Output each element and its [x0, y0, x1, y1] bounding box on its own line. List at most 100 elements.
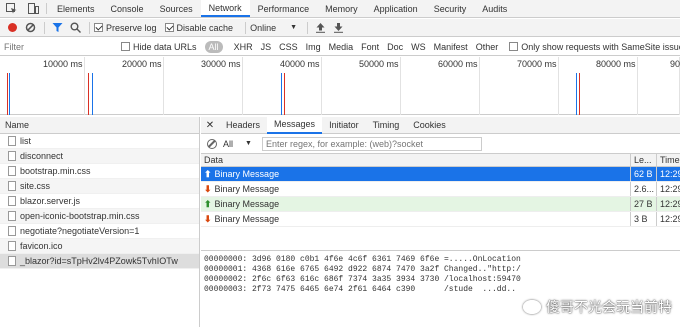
filter-bar: Hide data URLs All XHR JS CSS Img Media … [0, 38, 680, 56]
preserve-log-label: Preserve log [106, 22, 157, 33]
request-row[interactable]: bootstrap.min.css [0, 164, 199, 179]
tab-messages[interactable]: Messages [267, 116, 323, 134]
timeline-tick: 50000 ms [359, 57, 401, 115]
tab-initiator[interactable]: Initiator [322, 117, 366, 134]
tab-memory[interactable]: Memory [317, 0, 366, 17]
request-row[interactable]: negotiate?negotiateVersion=1 [0, 224, 199, 239]
timeline-tick: 40000 ms [280, 57, 322, 115]
checkbox-unchecked-icon [509, 42, 519, 51]
search-icon[interactable] [67, 20, 83, 36]
type-filter-img[interactable]: Img [303, 41, 324, 53]
document-icon [8, 136, 16, 146]
type-filter-doc[interactable]: Doc [384, 41, 406, 53]
messages-grid-header: Data Le... Time [201, 154, 680, 167]
device-toolbar-icon[interactable] [22, 0, 44, 17]
record-button[interactable] [4, 20, 20, 36]
document-icon [8, 196, 16, 206]
request-row[interactable]: blazor.server.js [0, 194, 199, 209]
document-icon [8, 241, 16, 251]
request-list: Name list disconnect bootstrap.min.css s… [0, 117, 200, 327]
disable-cache-label: Disable cache [176, 22, 234, 33]
close-icon[interactable]: ✕ [201, 120, 219, 131]
watermark: 傻哥不光会玩当前特 [523, 297, 672, 317]
tab-timing[interactable]: Timing [366, 117, 407, 134]
tab-headers[interactable]: Headers [219, 117, 267, 134]
request-detail-pane: ✕ Headers Messages Initiator Timing Cook… [201, 116, 680, 327]
type-filter-ws[interactable]: WS [408, 41, 429, 53]
throttling-value: Online [250, 22, 277, 33]
inspect-element-icon[interactable] [0, 0, 22, 17]
type-filter-css[interactable]: CSS [276, 41, 301, 53]
samesite-issues-checkbox[interactable]: Only show requests with SameSite issues [509, 42, 680, 52]
throttling-select[interactable]: Online ▼ [250, 23, 297, 33]
document-icon [8, 166, 16, 176]
message-type-value: All [223, 138, 234, 149]
watermark-text: 傻哥不光会玩当前特 [546, 299, 672, 315]
name-column-header[interactable]: Name [0, 117, 199, 134]
load-marker [7, 73, 8, 115]
tab-network[interactable]: Network [200, 0, 250, 17]
network-toolbar: Preserve log Disable cache Online ▼ [0, 19, 680, 37]
type-filter-all[interactable]: All [204, 40, 223, 53]
request-row-selected[interactable]: _blazor?id=sTpHv2lv4PZowk5TvhIOTw [0, 254, 199, 269]
tab-console[interactable]: Console [103, 0, 152, 17]
regex-filter-input[interactable] [261, 136, 482, 151]
samesite-issues-label: Only show requests with SameSite issues [521, 41, 680, 52]
export-har-icon[interactable] [330, 20, 346, 36]
request-row[interactable]: favicon.ico [0, 239, 199, 254]
clear-icon[interactable] [22, 20, 38, 36]
request-row[interactable]: disconnect [0, 149, 199, 164]
domcontentloaded-marker [281, 73, 282, 115]
type-filter-manifest[interactable]: Manifest [431, 41, 471, 53]
clear-messages-icon[interactable] [207, 138, 217, 149]
column-length[interactable]: Le... [631, 154, 657, 166]
type-filter-xhr[interactable]: XHR [231, 41, 256, 53]
tab-performance[interactable]: Performance [250, 0, 318, 17]
disable-cache-checkbox[interactable]: Disable cache [164, 22, 234, 33]
filter-icon[interactable] [49, 20, 65, 36]
load-marker [284, 73, 285, 115]
document-icon [8, 181, 16, 191]
message-row[interactable]: ⬇Binary Message 2.6... 12:29... [201, 182, 680, 197]
document-icon [8, 256, 16, 266]
network-overview-timeline[interactable]: 10000 ms 20000 ms 30000 ms 40000 ms 5000… [0, 57, 680, 115]
hide-data-urls-checkbox[interactable]: Hide data URLs [121, 42, 197, 52]
tab-audits[interactable]: Audits [474, 0, 515, 17]
column-time[interactable]: Time [657, 154, 680, 166]
column-data[interactable]: Data [201, 154, 631, 166]
detail-tab-strip: ✕ Headers Messages Initiator Timing Cook… [201, 116, 680, 134]
tab-cookies[interactable]: Cookies [406, 117, 453, 134]
type-filter-media[interactable]: Media [326, 41, 357, 53]
domcontentloaded-marker [576, 73, 577, 115]
timeline-tick: 20000 ms [122, 57, 164, 115]
received-arrow-icon: ⬇ [204, 213, 212, 224]
request-row[interactable]: open-iconic-bootstrap.min.css [0, 209, 199, 224]
tab-elements[interactable]: Elements [49, 0, 103, 17]
message-row[interactable]: ⬇Binary Message 3 B 12:29... [201, 212, 680, 227]
preserve-log-checkbox[interactable]: Preserve log [94, 23, 157, 33]
message-row-selected[interactable]: ⬆Binary Message 62 B 12:29... [201, 167, 680, 182]
type-filter-other[interactable]: Other [473, 41, 502, 53]
type-filter-font[interactable]: Font [358, 41, 382, 53]
request-row[interactable]: list [0, 134, 199, 149]
checkbox-checked-icon [164, 23, 174, 32]
message-type-select[interactable]: All ▼ [223, 139, 252, 149]
hex-line: 00000002: 2f6c 6f63 616c 686f 7374 3a35 … [204, 275, 521, 284]
hex-line: 00000003: 2f73 7475 6465 6e74 2f61 6464 … [204, 285, 517, 294]
filter-input[interactable] [4, 39, 121, 54]
document-icon [8, 211, 16, 221]
import-har-icon[interactable] [312, 20, 328, 36]
message-row[interactable]: ⬆Binary Message 27 B 12:29... [201, 197, 680, 212]
hex-line: 00000000: 3d96 0180 c0b1 4f6e 4c6f 6361 … [204, 255, 521, 264]
type-filter-js[interactable]: JS [258, 41, 275, 53]
tab-application[interactable]: Application [366, 0, 426, 17]
messages-filter-bar: All ▼ [201, 134, 680, 154]
sent-arrow-icon: ⬆ [204, 198, 212, 209]
checkbox-unchecked-icon [121, 42, 130, 51]
domcontentloaded-marker [9, 73, 10, 115]
tab-security[interactable]: Security [426, 0, 475, 17]
document-icon [8, 226, 16, 236]
tab-sources[interactable]: Sources [152, 0, 201, 17]
timeline-tick: 30000 ms [201, 57, 243, 115]
request-row[interactable]: site.css [0, 179, 199, 194]
